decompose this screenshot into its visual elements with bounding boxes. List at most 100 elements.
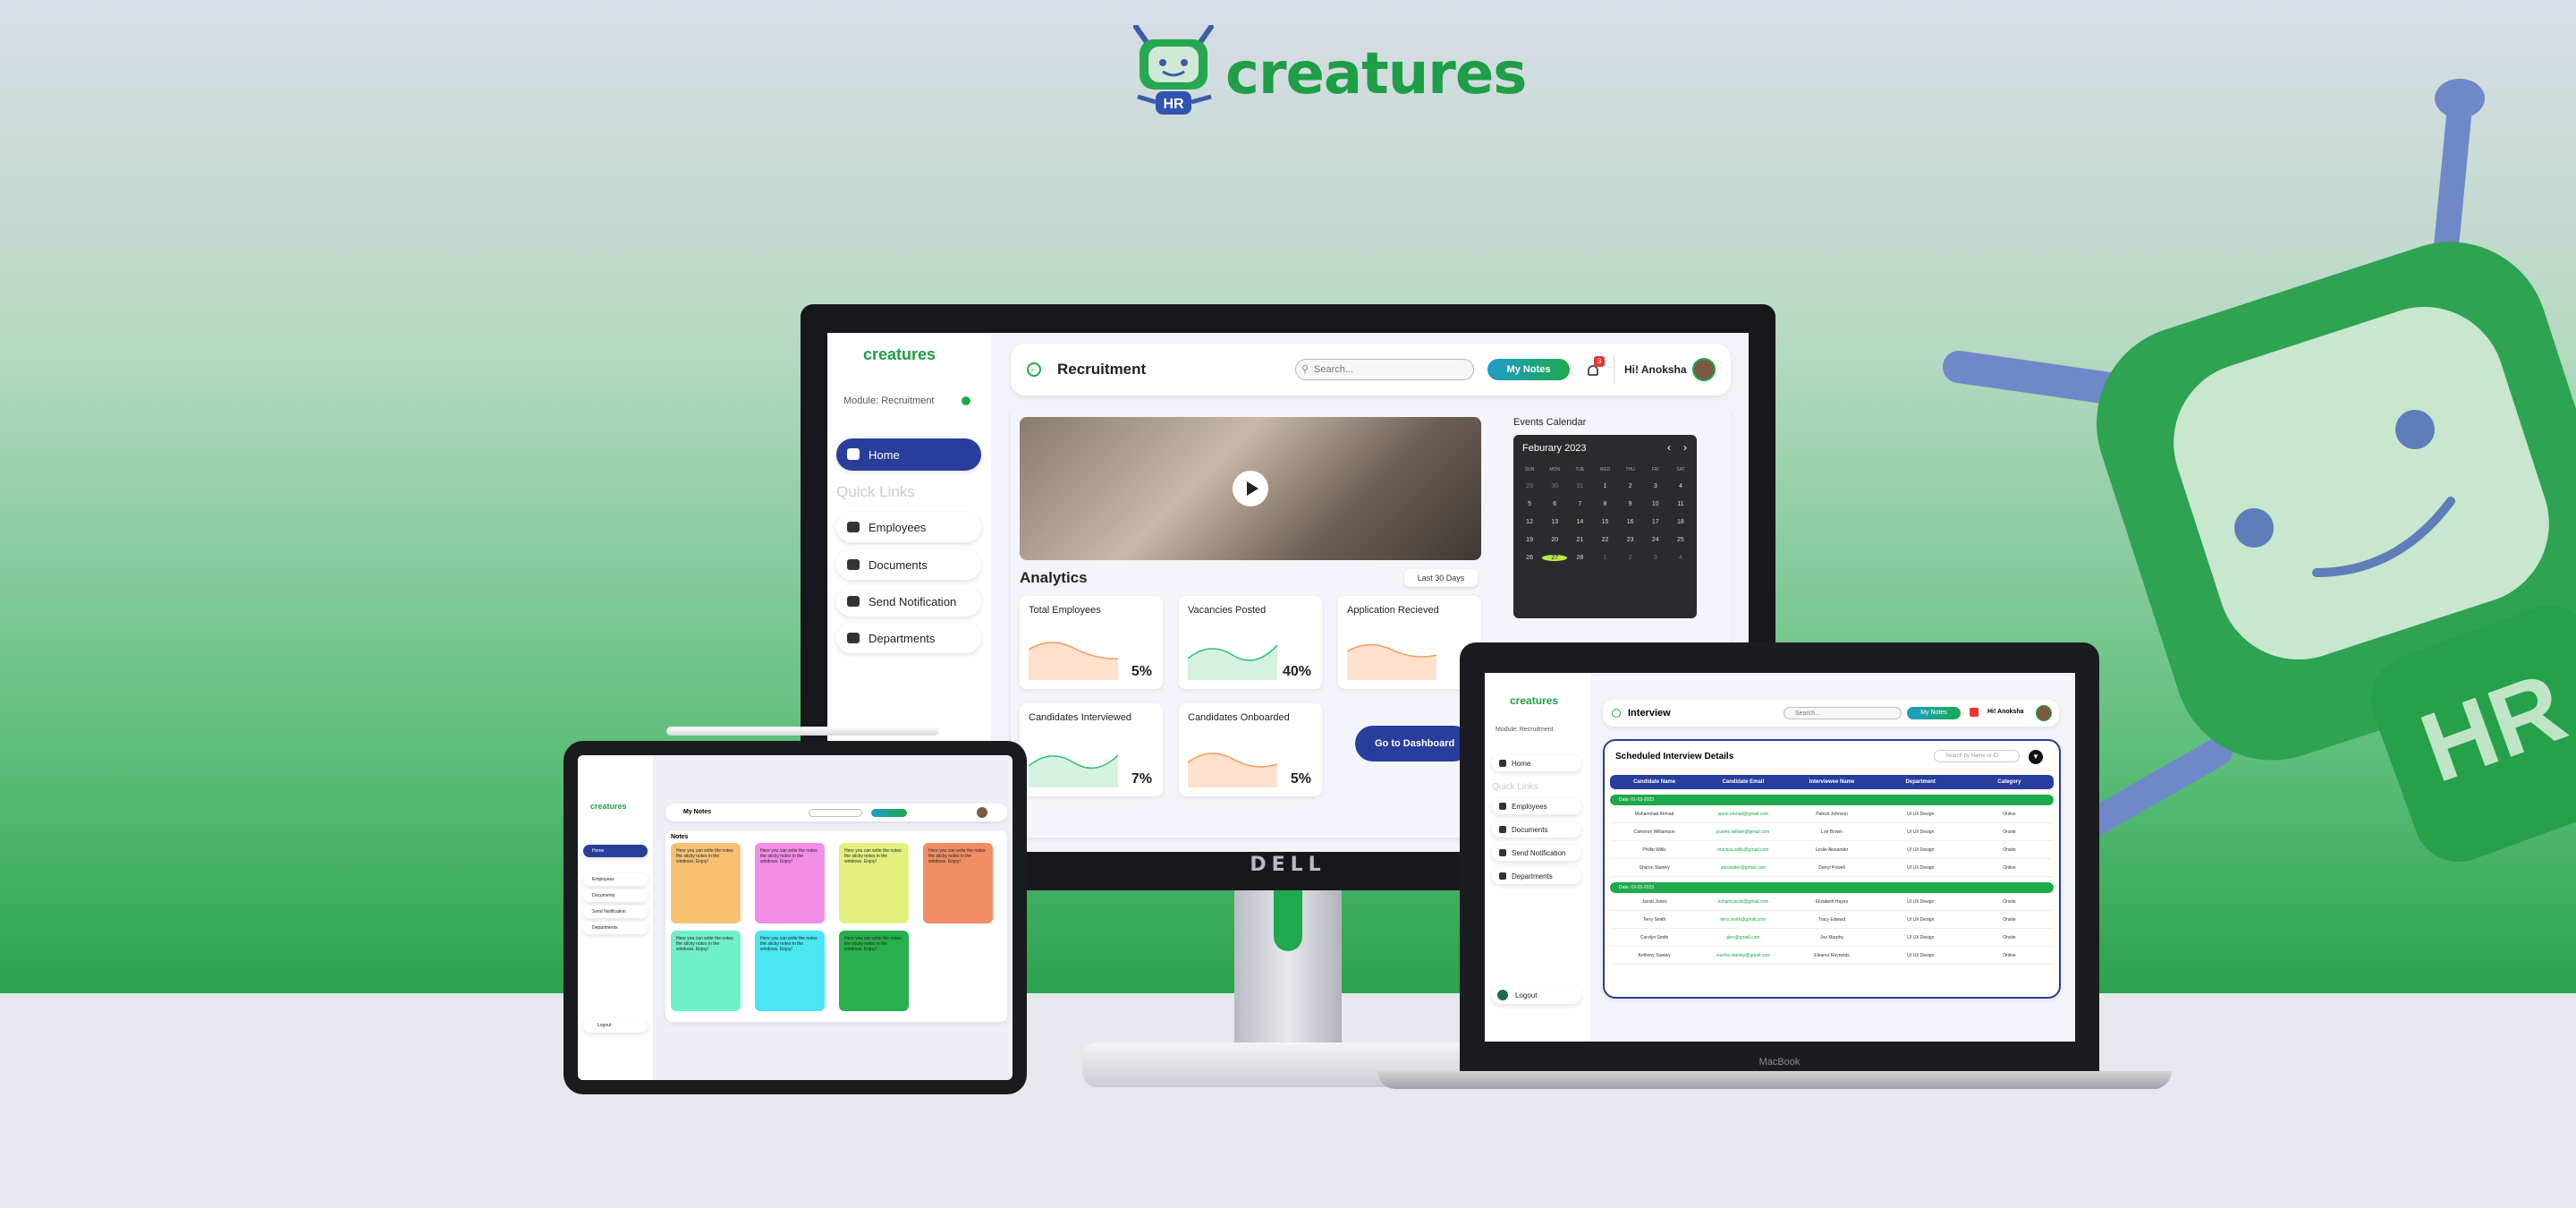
calendar-day[interactable]: 28 — [1567, 555, 1592, 561]
calendar-prev-icon[interactable]: ‹ — [1667, 441, 1671, 454]
laptop-logout-button[interactable]: Logout — [1492, 986, 1581, 1004]
nav-documents[interactable]: Documents — [836, 549, 981, 580]
laptop-nav-home[interactable]: Home — [1492, 755, 1581, 771]
table-row[interactable]: Terry Smith terry.smith@gmail.com Tracy Ed… — [1610, 911, 2054, 929]
calendar-day[interactable]: 17 — [1643, 519, 1668, 525]
calendar-day[interactable]: 4 — [1668, 555, 1693, 561]
calendar-day[interactable]: 5 — [1517, 501, 1542, 507]
table-row[interactable]: Sharon Stanley alexander@gmail.com Darryl … — [1610, 859, 2054, 877]
tablet-my-notes-button[interactable] — [871, 809, 907, 817]
calendar-day[interactable]: 14 — [1567, 519, 1592, 525]
calendar-day[interactable]: 9 — [1618, 501, 1643, 507]
calendar-day[interactable]: 1 — [1592, 483, 1617, 489]
calendar-day[interactable]: 13 — [1542, 519, 1567, 525]
table-row[interactable]: Phillip Willis marissa.willis@gmail.com Le… — [1610, 841, 2054, 859]
departments-icon — [1499, 872, 1506, 880]
table-column-header[interactable]: Interviewee Name — [1787, 779, 1876, 785]
tablet-nav-home[interactable]: Home — [583, 845, 648, 857]
calendar-day[interactable]: 29 — [1517, 483, 1542, 489]
play-icon — [1247, 481, 1258, 496]
calendar-day[interactable]: 16 — [1618, 519, 1643, 525]
stat-card-vacancies[interactable]: Vacancies Posted 40% — [1179, 596, 1322, 689]
sticky-note[interactable]: Here you can write the notes the sticky … — [755, 843, 825, 923]
sticky-note[interactable]: Here you can write the notes the sticky … — [755, 931, 825, 1011]
calendar-day[interactable]: 25 — [1668, 537, 1693, 543]
calendar-day[interactable]: 11 — [1668, 501, 1693, 507]
brand-wordmark: creatures — [1225, 41, 1527, 107]
avatar[interactable] — [1692, 358, 1716, 381]
tablet-avatar[interactable] — [977, 807, 987, 818]
nav-departments[interactable]: Departments — [836, 623, 981, 653]
calendar-month-label[interactable]: Feburary 2023 — [1522, 443, 1587, 454]
table-row[interactable]: Carolyn Smith glen@gmail.com Joe Murphy UI … — [1610, 929, 2054, 947]
calendar-day[interactable]: 3 — [1643, 483, 1668, 489]
laptop-nav-employees[interactable]: Employees — [1492, 798, 1581, 814]
sticky-note[interactable]: Here you can write the notes the sticky … — [923, 843, 993, 923]
back-arrow-icon[interactable] — [1612, 709, 1621, 718]
table-column-header[interactable]: Category — [1965, 779, 2054, 785]
team-video-thumbnail[interactable] — [1020, 417, 1481, 560]
stat-card-total-employees[interactable]: Total Employees 5% — [1020, 596, 1163, 689]
calendar-day[interactable]: 1 — [1592, 555, 1617, 561]
calendar-day[interactable]: 20 — [1542, 537, 1567, 543]
table-row[interactable]: Anthony Stanley martha.stanley@gmail.com E… — [1610, 947, 2054, 965]
calendar-day[interactable]: 3 — [1643, 555, 1668, 561]
stat-card-candidates-onboarded[interactable]: Candidates Onboarded 5% — [1179, 703, 1322, 796]
calendar-day[interactable]: 21 — [1567, 537, 1592, 543]
laptop-my-notes-button[interactable]: My Notes — [1907, 707, 1961, 719]
sticky-note[interactable]: Here you can write the notes the sticky … — [839, 843, 909, 923]
stat-card-candidates-interviewed[interactable]: Candidates Interviewed 7% — [1020, 703, 1163, 796]
filter-icon[interactable]: ▼ — [2029, 750, 2043, 764]
tablet-nav-employees[interactable]: Employees — [583, 873, 648, 886]
tablet-search-input[interactable] — [809, 809, 862, 817]
tablet-logout-button[interactable]: Logout — [583, 1018, 648, 1033]
table-column-header[interactable]: Candidate Name — [1610, 779, 1699, 785]
table-row[interactable]: Cameron Williamson joanne.william@gmail.c… — [1610, 823, 2054, 841]
calendar-day[interactable]: 23 — [1618, 537, 1643, 543]
laptop-nav-documents[interactable]: Documents — [1492, 821, 1581, 838]
table-row[interactable]: Jacob Jones richard.jacob@gmail.com Elizab… — [1610, 893, 2054, 911]
sticky-note[interactable]: Here you can write the notes the sticky … — [671, 931, 741, 1011]
calendar-day[interactable]: 2 — [1618, 555, 1643, 561]
calendar-day[interactable]: 31 — [1567, 483, 1592, 489]
date-filter-select[interactable]: Last 30 Days — [1404, 569, 1478, 587]
calendar-day[interactable]: 24 — [1643, 537, 1668, 543]
tablet-nav-send-notification[interactable]: Send Notification — [583, 906, 648, 918]
laptop-notification-badge[interactable] — [1970, 708, 1979, 717]
laptop-search-input[interactable] — [1784, 707, 1902, 719]
calendar-day[interactable]: 7 — [1567, 501, 1592, 507]
calendar-day[interactable]: 27 — [1542, 555, 1568, 561]
calendar-day[interactable]: 19 — [1517, 537, 1542, 543]
table-row[interactable]: Muhammad Ahmad jason.ahmad@gmail.com Patri… — [1610, 805, 2054, 823]
table-search-input[interactable]: Search by Name or ID — [1934, 750, 2020, 762]
search-input[interactable] — [1295, 359, 1474, 380]
calendar-day[interactable]: 10 — [1643, 501, 1668, 507]
calendar-day[interactable]: 12 — [1517, 519, 1542, 525]
laptop-avatar[interactable] — [2036, 705, 2052, 721]
nav-home[interactable]: Home — [836, 438, 981, 471]
nav-employees[interactable]: Employees — [836, 512, 981, 542]
analytics-title: Analytics — [1020, 569, 1088, 586]
calendar-day[interactable]: 2 — [1618, 483, 1643, 489]
calendar-day[interactable]: 8 — [1592, 501, 1617, 507]
calendar-day[interactable]: 30 — [1542, 483, 1567, 489]
tablet-nav-documents[interactable]: Documents — [583, 889, 648, 902]
my-notes-button[interactable]: My Notes — [1487, 359, 1570, 380]
table-column-header[interactable]: Candidate Email — [1699, 779, 1787, 785]
back-arrow-icon[interactable]: ← — [1027, 362, 1041, 377]
calendar-day[interactable]: 4 — [1668, 483, 1693, 489]
calendar-day[interactable]: 22 — [1592, 537, 1617, 543]
go-to-dashboard-button[interactable]: Go to Dashboard — [1355, 726, 1471, 761]
laptop-nav-send-notification[interactable]: Send Notification — [1492, 845, 1581, 861]
calendar-next-icon[interactable]: › — [1683, 441, 1687, 454]
calendar-day[interactable]: 26 — [1517, 555, 1542, 561]
calendar-day[interactable]: 15 — [1592, 519, 1617, 525]
sticky-note[interactable]: Here you can write the notes the sticky … — [671, 843, 741, 923]
laptop-nav-departments[interactable]: Departments — [1492, 868, 1581, 884]
nav-send-notification[interactable]: Send Notification — [836, 586, 981, 617]
calendar-day[interactable]: 18 — [1668, 519, 1693, 525]
sticky-note[interactable]: Here you can write the notes the sticky … — [839, 931, 909, 1011]
calendar-day[interactable]: 6 — [1542, 501, 1567, 507]
tablet-nav-departments[interactable]: Departments — [583, 922, 648, 934]
table-column-header[interactable]: Department — [1877, 779, 1965, 785]
